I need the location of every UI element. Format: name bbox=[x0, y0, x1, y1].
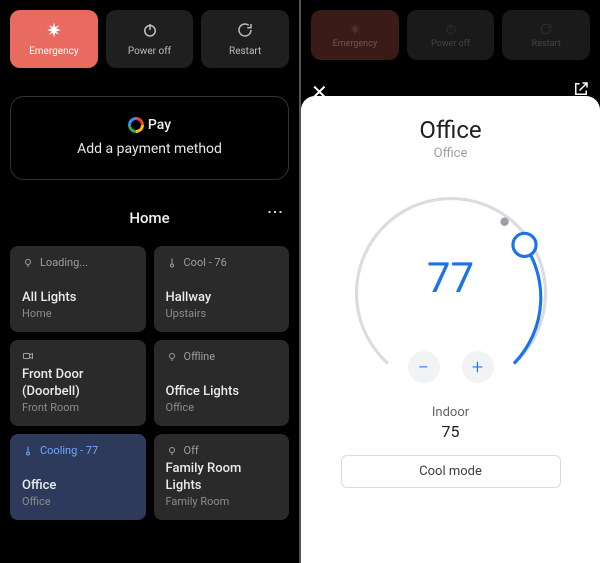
home-header: Home ⋮ bbox=[10, 204, 289, 232]
gpay-message: Add a payment method bbox=[77, 141, 222, 157]
emergency-button-dimmed: Emergency bbox=[311, 10, 399, 60]
gpay-text: Pay bbox=[148, 117, 171, 133]
close-icon[interactable]: ✕ bbox=[311, 80, 328, 104]
device-name: Office Lights bbox=[166, 384, 278, 401]
power-icon bbox=[141, 21, 159, 42]
camera-icon bbox=[22, 350, 34, 362]
bulb-icon bbox=[166, 445, 178, 457]
device-name: Front Door (Doorbell) bbox=[22, 367, 134, 401]
restart-icon bbox=[236, 21, 254, 42]
power-row: Emergency Power off Restart bbox=[10, 10, 289, 68]
home-title: Home bbox=[129, 209, 169, 227]
restart-button-dimmed: Restart bbox=[502, 10, 590, 60]
device-card-front-door[interactable]: Front Door (Doorbell) Front Room bbox=[10, 340, 146, 426]
thermostat-sheet: Office Office 77 − + Indoor 75 Cool mode bbox=[301, 96, 600, 563]
device-card-office-thermostat[interactable]: Cooling - 77 Office Office bbox=[10, 434, 146, 520]
device-status: Cooling - 77 bbox=[40, 444, 98, 457]
thermostat-title: Office bbox=[419, 116, 481, 144]
thermostat-dial[interactable]: 77 − + bbox=[346, 185, 556, 395]
device-location: Office bbox=[22, 495, 134, 508]
device-name: Hallway bbox=[166, 290, 278, 307]
gpay-logo: Pay bbox=[128, 117, 171, 133]
device-grid: Loading... All Lights Home Cool - 76 Hal… bbox=[10, 246, 289, 520]
temp-increase-button[interactable]: + bbox=[462, 351, 494, 383]
device-status: Cool - 76 bbox=[184, 256, 227, 269]
emergency-icon bbox=[45, 21, 63, 42]
bulb-icon bbox=[22, 257, 34, 269]
device-card-family-room-lights[interactable]: Off Family Room Lights Family Room bbox=[154, 434, 290, 520]
indoor-value: 75 bbox=[442, 422, 460, 441]
device-card-hallway[interactable]: Cool - 76 Hallway Upstairs bbox=[154, 246, 290, 332]
device-name: Office bbox=[22, 478, 134, 495]
open-external-icon[interactable] bbox=[572, 80, 590, 102]
thermometer-icon bbox=[166, 257, 178, 269]
device-location: Upstairs bbox=[166, 307, 278, 320]
power-off-button[interactable]: Power off bbox=[106, 10, 194, 68]
power-off-button-dimmed: Power off bbox=[407, 10, 495, 60]
more-icon[interactable]: ⋮ bbox=[266, 204, 285, 221]
emergency-label: Emergency bbox=[29, 46, 78, 57]
device-location: Home bbox=[22, 307, 134, 320]
google-g-icon bbox=[128, 117, 144, 133]
bulb-icon bbox=[166, 351, 178, 363]
device-card-office-lights[interactable]: Offline Office Lights Office bbox=[154, 340, 290, 426]
device-name: All Lights bbox=[22, 290, 134, 307]
device-status: Off bbox=[184, 444, 199, 457]
power-menu-pane: Emergency Power off Restart Pay Add a pa… bbox=[0, 0, 299, 563]
thermostat-pane: Emergency Power off Restart ✕ Office Off… bbox=[301, 0, 600, 563]
gpay-card[interactable]: Pay Add a payment method bbox=[10, 96, 289, 180]
device-location: Family Room bbox=[166, 495, 278, 508]
restart-button[interactable]: Restart bbox=[201, 10, 289, 68]
device-name: Family Room Lights bbox=[166, 461, 278, 495]
device-status: Offline bbox=[184, 350, 216, 363]
thermometer-icon bbox=[22, 445, 34, 457]
restart-label: Restart bbox=[229, 46, 261, 57]
power-off-label: Power off bbox=[128, 46, 171, 57]
thermostat-subtitle: Office bbox=[434, 146, 468, 161]
thermostat-mode-button[interactable]: Cool mode bbox=[341, 455, 561, 488]
device-location: Office bbox=[166, 401, 278, 414]
power-row-dimmed: Emergency Power off Restart bbox=[301, 0, 600, 68]
device-location: Front Room bbox=[22, 401, 134, 414]
indoor-label: Indoor bbox=[432, 405, 469, 420]
emergency-button[interactable]: Emergency bbox=[10, 10, 98, 68]
device-status: Loading... bbox=[40, 256, 88, 269]
temp-decrease-button[interactable]: − bbox=[408, 351, 440, 383]
device-card-all-lights[interactable]: Loading... All Lights Home bbox=[10, 246, 146, 332]
